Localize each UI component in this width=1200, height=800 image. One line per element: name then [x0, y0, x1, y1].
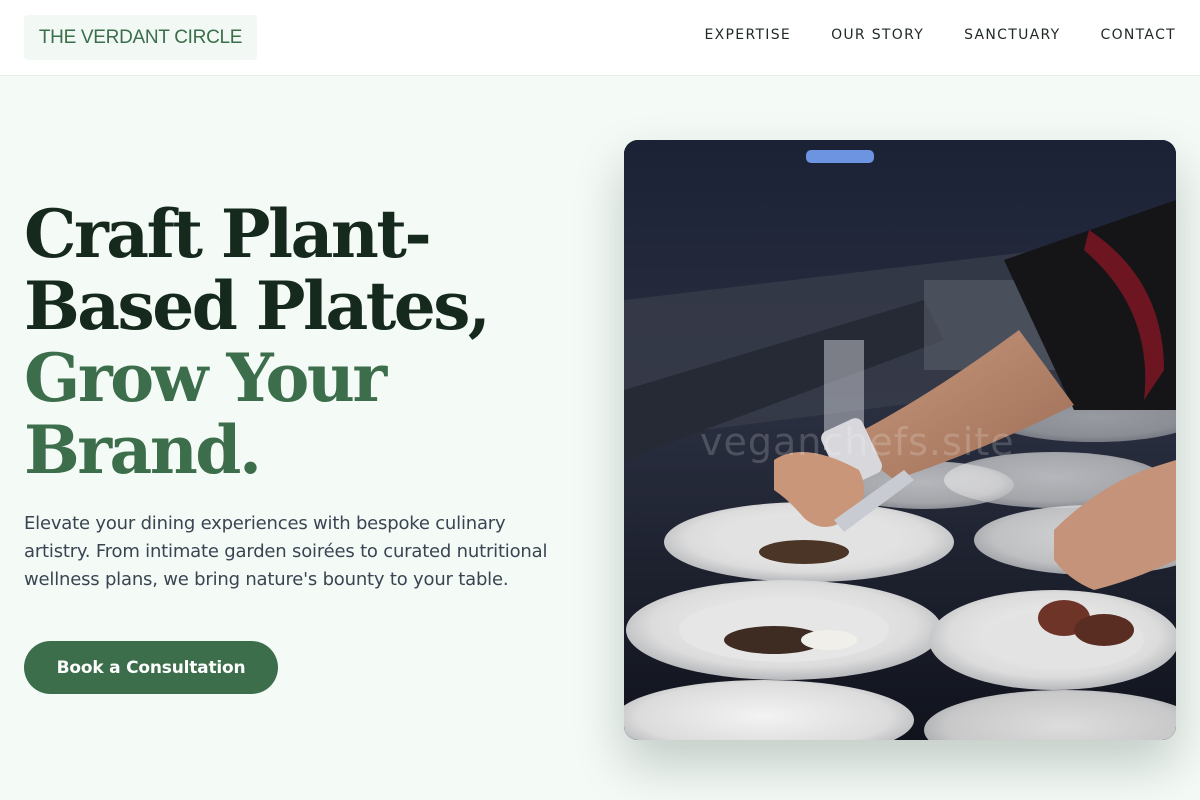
hero-description: Elevate your dining experiences with bes… [24, 513, 548, 590]
headline-line-1: Craft Plant- [24, 195, 432, 273]
book-consultation-button[interactable]: Book a Consultation [24, 641, 278, 694]
nav-our-story[interactable]: OUR STORY [831, 27, 924, 43]
image-watermark: veganchefs.site [700, 420, 1015, 464]
nav-contact[interactable]: CONTACT [1101, 27, 1177, 43]
hero-headline: Craft Plant- Based Plates, Grow Your Bra… [24, 198, 584, 486]
headline-line-2: Based Plates, [24, 267, 491, 345]
nav-sanctuary[interactable]: SANCTUARY [964, 27, 1060, 43]
main-nav: EXPERTISE OUR STORY SANCTUARY CONTACT [665, 27, 1176, 43]
headline-line-3: Grow Your [24, 339, 387, 417]
site-header: THE VERDANT CIRCLE EXPERTISE OUR STORY S… [0, 0, 1200, 76]
brand-logo[interactable]: THE VERDANT CIRCLE [24, 15, 257, 60]
nav-expertise[interactable]: EXPERTISE [705, 27, 792, 43]
headline-line-4: Brand. [24, 411, 262, 489]
